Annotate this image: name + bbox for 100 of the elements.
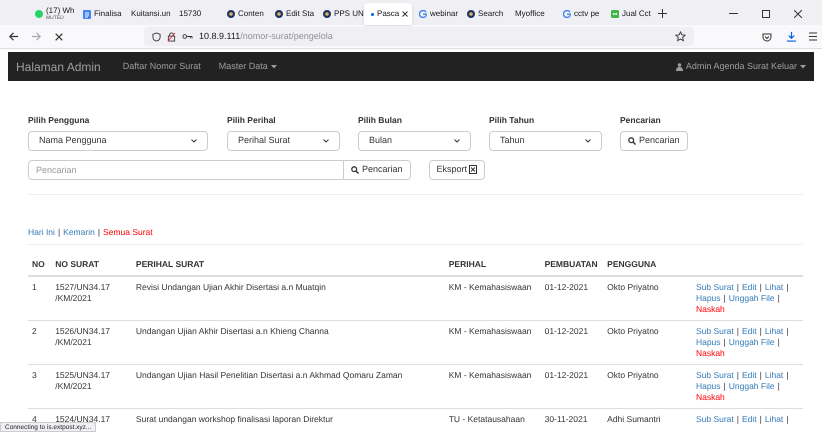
field-label: Pencarian [620,114,662,127]
menu-icon[interactable] [809,32,817,41]
action-link[interactable]: Naskah [696,304,725,314]
star-icon[interactable] [675,31,686,42]
action-link[interactable]: Sub Surat [696,414,734,424]
download-icon[interactable] [786,31,797,42]
action-link[interactable]: Lihat [764,326,784,336]
close-icon[interactable] [794,10,802,18]
link-separator: | [96,226,102,238]
action-link[interactable]: Sub Surat [696,370,734,380]
browser-tab[interactable]: Conten [220,3,268,25]
close-icon[interactable] [402,11,408,17]
action-link[interactable]: Unggah File [728,293,775,304]
chevron-icon [191,138,197,143]
search-button[interactable]: Pencarian [620,130,688,151]
emblem-icon [275,10,283,18]
search-button[interactable]: Pencarian [344,160,411,180]
action-link[interactable]: Hapus [696,381,721,392]
action-link[interactable]: Edit [742,370,757,380]
shop-icon [611,10,619,18]
table-cell-text: 1524/UN34.17 [55,414,112,424]
period-link[interactable]: Kemarin [63,226,95,238]
address-bar[interactable]: 10.8.9.111/nomor-surat/pengelola [144,27,694,46]
tab-title: (17) Wh [46,7,74,15]
link-separator: | [785,414,790,424]
search-field[interactable]: Pencarian [28,160,344,180]
table-cell-text: 1527/UN34.17 [55,282,112,294]
period-link[interactable]: Hari Ini [28,226,55,238]
select-field[interactable]: Tahun [489,130,602,151]
link-separator: | [758,326,763,336]
table-cell: KM - Kemahasiswaan [448,326,532,336]
chevron-icon [323,138,329,143]
table-cell: Okto Priyatno [607,282,659,292]
table-cell: 01-12-2021 [544,370,588,380]
close-icon[interactable] [54,32,64,42]
browser-tab[interactable]: Search [460,3,508,25]
chevron-icon [585,138,591,143]
table-cell-text: /KM/2021 [55,293,93,304]
browser-tab[interactable]: Finalisa [76,3,124,25]
browser-tab[interactable]: 15730 [172,3,220,25]
action-link[interactable]: Hapus [696,337,721,348]
action-link[interactable]: Unggah File [728,337,775,348]
table-cell-text: /KM/2021 [55,337,93,348]
user-menu[interactable]: Admin Agenda Surat Keluar [676,60,806,74]
action-link[interactable]: Naskah [696,348,725,358]
maximize-icon[interactable] [762,10,770,18]
column-header: PENGGUNA [607,258,656,268]
brand-title[interactable]: Halaman Admin [16,58,101,76]
action-link[interactable]: Hapus [696,293,721,304]
browser-tab[interactable]: Jual Cct [604,3,652,25]
select-field[interactable]: Perihal Surat [227,130,340,151]
action-link[interactable]: Edit [742,282,757,292]
browser-tab[interactable]: PPS UN [316,3,364,25]
search-icon [351,166,359,174]
browser-tab[interactable]: Edit Sta [268,3,316,25]
nav-link[interactable]: Daftar Nomor Surat [122,60,201,74]
column-header: PERIHAL [448,258,486,268]
action-link[interactable]: Unggah File [728,381,775,392]
field-label: Pilih Tahun [489,114,536,127]
browser-tab[interactable]: cctv pe [556,3,604,25]
pocket-icon[interactable] [762,32,772,42]
back-icon[interactable] [8,31,19,42]
select-field[interactable]: Nama Pengguna [28,130,208,151]
column-header: PERIHAL SURAT [136,258,204,268]
action-link[interactable]: Lihat [764,282,784,292]
table-cell: 3 [32,370,37,380]
link-separator: | [776,381,781,392]
browser-tab[interactable]: webinar [412,3,460,25]
spreadsheet-icon [469,165,478,174]
action-link[interactable]: Sub Surat [696,326,734,336]
loading-dot-icon [371,12,374,16]
link-separator: | [722,381,727,392]
browser-tab[interactable]: Myoffice [508,3,556,25]
browser-tab[interactable]: Pasca [364,3,412,25]
select-field[interactable]: Bulan [358,130,471,151]
action-link[interactable]: Lihat [764,414,784,424]
period-link[interactable]: Semua Surat [103,226,153,238]
action-link[interactable]: Sub Surat [696,282,734,292]
column-header: PEMBUATAN [544,258,598,268]
emblem-icon [227,10,235,18]
table-cell: KM - Kemahasiswaan [448,370,532,380]
emblem-icon [467,10,475,18]
action-link[interactable]: Naskah [696,392,725,402]
link-separator: | [785,370,790,380]
export-button[interactable]: Eksport [428,160,486,180]
action-link[interactable]: Edit [742,326,757,336]
link-separator: | [785,326,790,336]
table-cell: Undangan Ujian Akhir Disertasi a.n Khieng Channa [136,326,329,336]
new-tab-icon[interactable] [658,9,667,18]
table-cell: 2 [32,326,37,336]
caret-icon [270,64,277,68]
table-cell: 01-12-2021 [544,326,588,336]
browser-tab[interactable]: Kuitansi.un [124,3,172,25]
shield-icon [152,32,161,42]
action-link[interactable]: Edit [742,414,757,424]
user-icon [676,62,683,70]
link-separator: | [776,293,781,304]
nav-link[interactable]: Master Data [218,60,277,74]
emblem-icon [323,10,331,18]
action-link[interactable]: Lihat [764,370,784,380]
